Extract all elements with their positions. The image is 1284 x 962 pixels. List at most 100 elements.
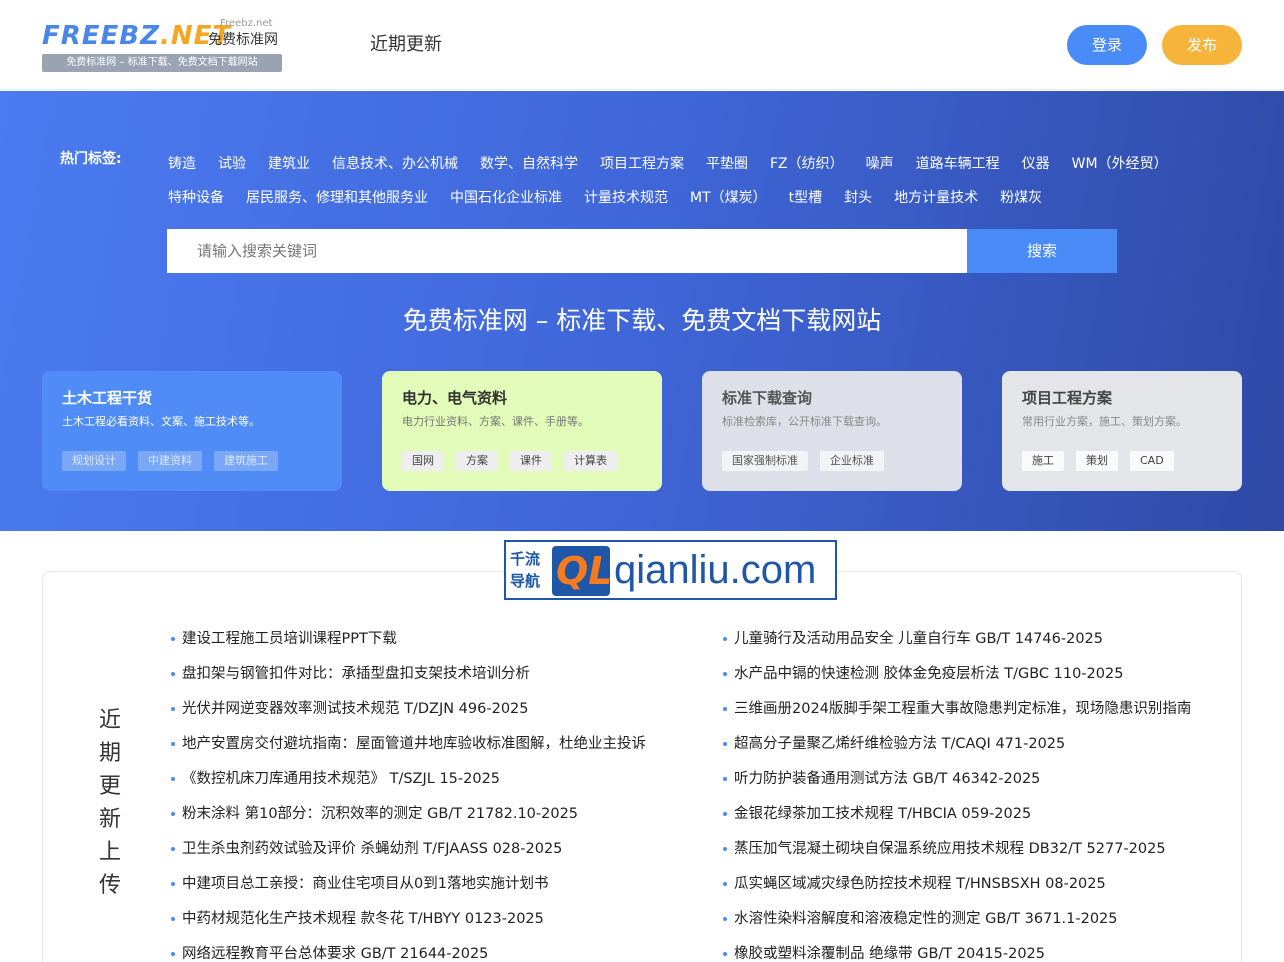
recent-item-link[interactable]: 中药材规范化生产技术规程 款冬花 T/HBYY 0123-2025 <box>171 908 691 943</box>
hot-tag[interactable]: 计量技术规范 <box>584 188 668 208</box>
banner-ql-logo: QL <box>552 546 613 596</box>
card-title: 电力、电气资料 <box>402 389 508 407</box>
search-button[interactable]: 搜索 <box>967 229 1117 273</box>
card-chip[interactable]: 企业标准 <box>820 451 884 471</box>
recent-updates-panel: 近期更新上传 建设工程施工员培训课程PPT下载 盘扣架与钢管扣件对比：承插型盘扣支… <box>42 571 1242 962</box>
hot-tag[interactable]: 中国石化企业标准 <box>450 188 562 208</box>
recent-item-link[interactable]: 金银花绿茶加工技术规程 T/HBCIA 059-2025 <box>723 803 1223 838</box>
card-chips: 国家强制标准 企业标准 <box>722 451 884 471</box>
recent-item-link[interactable]: 听力防护装备通用测试方法 GB/T 46342-2025 <box>723 768 1223 803</box>
recent-item-link[interactable]: 光伏并网逆变器效率测试技术规范 T/DZJN 496-2025 <box>171 698 691 733</box>
banner-domain: qianliu.com <box>614 548 817 592</box>
card-title: 项目工程方案 <box>1022 389 1113 407</box>
hot-tag[interactable]: 封头 <box>844 188 872 208</box>
recent-item-link[interactable]: 橡胶或塑料涂覆制品 绝缘带 GB/T 20415-2025 <box>723 943 1223 962</box>
site-logo[interactable]: FREEBZ.NET Freebz.net 免费标准网 免费标准网 – 标准下载… <box>42 18 282 72</box>
recent-item-link[interactable]: 《数控机床刀库通用技术规范》 T/SZJL 15-2025 <box>171 768 691 803</box>
banner-cn-text: 千流 导航 <box>510 550 541 590</box>
nav-recent-link[interactable]: 近期更新 <box>370 32 442 58</box>
recent-item-link[interactable]: 粉末涂料 第10部分：沉积效率的测定 GB/T 21782.10-2025 <box>171 803 691 838</box>
hot-tags: 铸造 试验 建筑业 信息技术、办公机械 数学、自然科学 项目工程方案 平垫圈 FZ（纺织） 噪声… <box>168 147 1228 215</box>
card-electrical[interactable]: 电力、电气资料 电力行业资料、方案、课件、手册等。 国网 方案 课件 计算表 <box>382 371 662 491</box>
recent-title-char: 更 <box>98 774 121 799</box>
recent-item-link[interactable]: 地产安置房交付避坑指南：屋面管道井地库验收标准图解，杜绝业主投诉 <box>171 733 691 768</box>
card-chips: 施工 策划 CAD <box>1022 451 1174 471</box>
card-chip[interactable]: 国网 <box>402 451 444 471</box>
recent-item-link[interactable]: 建设工程施工员培训课程PPT下载 <box>171 628 691 663</box>
recent-list-right: 儿童骑行及活动用品安全 儿童自行车 GB/T 14746-2025 水产品中镉的快… <box>723 628 1223 962</box>
hot-tag[interactable]: 铸造 <box>168 154 196 174</box>
hot-tag[interactable]: FZ（纺织） <box>770 154 844 174</box>
hot-tag[interactable]: 建筑业 <box>268 154 310 174</box>
publish-button[interactable]: 发布 <box>1162 25 1242 65</box>
recent-title-char: 近 <box>98 708 121 733</box>
logo-cn-text: 免费标准网 <box>208 32 278 48</box>
card-chip[interactable]: 规划设计 <box>62 451 126 471</box>
recent-title-char: 期 <box>98 741 121 766</box>
recent-list-left: 建设工程施工员培训课程PPT下载 盘扣架与钢管扣件对比：承插型盘扣支架技术培训分析… <box>171 628 691 962</box>
card-title: 土木工程干货 <box>62 389 153 407</box>
hot-tag[interactable]: 信息技术、办公机械 <box>332 154 458 174</box>
card-chips: 规划设计 中建资料 建筑施工 <box>62 451 278 471</box>
search-input[interactable] <box>167 229 967 273</box>
qianliu-banner-ad[interactable]: 千流 导航 QL qianliu.com <box>504 540 837 600</box>
card-desc: 标准检索库，公开标准下载查询。 <box>722 415 887 428</box>
recent-item-link[interactable]: 蒸压加气混凝土砌块自保温系统应用技术规程 DB32/T 5277-2025 <box>723 838 1223 873</box>
card-chip[interactable]: 方案 <box>456 451 498 471</box>
card-chip[interactable]: 国家强制标准 <box>722 451 808 471</box>
hot-tag[interactable]: 数学、自然科学 <box>480 154 578 174</box>
card-chip[interactable]: 课件 <box>510 451 552 471</box>
hot-tag[interactable]: 地方计量技术 <box>894 188 978 208</box>
hot-tag[interactable]: 噪声 <box>866 154 894 174</box>
hero-title: 免费标准网 – 标准下载、免费文档下载网站 <box>402 306 882 335</box>
site-header: FREEBZ.NET Freebz.net 免费标准网 免费标准网 – 标准下载… <box>0 0 1284 90</box>
hero-section: 热门标签: 铸造 试验 建筑业 信息技术、办公机械 数学、自然科学 项目工程方案 平垫圈 FZ… <box>0 91 1284 531</box>
hot-tag[interactable]: 粉煤灰 <box>1000 188 1042 208</box>
login-button[interactable]: 登录 <box>1067 25 1147 65</box>
hot-tag[interactable]: 居民服务、修理和其他服务业 <box>246 188 428 208</box>
recent-item-link[interactable]: 卫生杀虫剂药效试验及评价 杀蝇幼剂 T/FJAASS 028-2025 <box>171 838 691 873</box>
recent-item-link[interactable]: 水溶性染料溶解度和溶液稳定性的测定 GB/T 3671.1-2025 <box>723 908 1223 943</box>
card-chip[interactable]: CAD <box>1130 451 1174 471</box>
logo-small-text: Freebz.net <box>220 18 273 29</box>
recent-title-char: 传 <box>98 873 121 898</box>
hot-tag[interactable]: t型槽 <box>789 188 823 208</box>
hot-tag[interactable]: 道路车辆工程 <box>916 154 1000 174</box>
hot-tag[interactable]: 项目工程方案 <box>600 154 684 174</box>
recent-title-char: 上 <box>98 840 121 865</box>
hot-tag[interactable]: 仪器 <box>1022 154 1050 174</box>
logo-wordmark: FREEBZ.NET <box>42 21 232 51</box>
hot-tags-row-2: 特种设备 居民服务、修理和其他服务业 中国石化企业标准 计量技术规范 MT（煤炭） t型槽… <box>168 181 1228 215</box>
hot-tag[interactable]: MT（煤炭） <box>690 188 767 208</box>
card-chip[interactable]: 策划 <box>1076 451 1118 471</box>
search-bar: 搜索 <box>167 229 1117 273</box>
card-desc: 常用行业方案，施工、策划方案。 <box>1022 415 1187 428</box>
hot-tags-row-1: 铸造 试验 建筑业 信息技术、办公机械 数学、自然科学 项目工程方案 平垫圈 FZ（纺织） 噪声… <box>168 147 1228 181</box>
card-desc: 电力行业资料、方案、课件、手册等。 <box>402 415 589 428</box>
recent-item-link[interactable]: 中建项目总工亲授：商业住宅项目从0到1落地实施计划书 <box>171 873 691 908</box>
card-chips: 国网 方案 课件 计算表 <box>402 451 617 471</box>
hot-tag[interactable]: 平垫圈 <box>706 154 748 174</box>
recent-item-link[interactable]: 超高分子量聚乙烯纤维检验方法 T/CAQI 471-2025 <box>723 733 1223 768</box>
recent-item-link[interactable]: 瓜实蝇区域减灾绿色防控技术规程 T/HNSBSXH 08-2025 <box>723 873 1223 908</box>
card-chip[interactable]: 建筑施工 <box>214 451 278 471</box>
logo-tagline: 免费标准网 – 标准下载、免费文档下载网站 <box>42 54 282 72</box>
recent-updates-title: 近期更新上传 <box>97 704 123 902</box>
recent-item-link[interactable]: 三维画册2024版脚手架工程重大事故隐患判定标准，现场隐患识别指南 <box>723 698 1223 733</box>
card-chip[interactable]: 施工 <box>1022 451 1064 471</box>
card-chip[interactable]: 计算表 <box>564 451 617 471</box>
card-project-plans[interactable]: 项目工程方案 常用行业方案，施工、策划方案。 施工 策划 CAD <box>1002 371 1242 491</box>
recent-item-link[interactable]: 盘扣架与钢管扣件对比：承插型盘扣支架技术培训分析 <box>171 663 691 698</box>
recent-item-link[interactable]: 网络远程教育平台总体要求 GB/T 21644-2025 <box>171 943 691 962</box>
card-standard-search[interactable]: 标准下载查询 标准检索库，公开标准下载查询。 国家强制标准 企业标准 <box>702 371 962 491</box>
hot-tags-label: 热门标签: <box>60 151 122 167</box>
hot-tag[interactable]: 试验 <box>218 154 246 174</box>
card-title: 标准下载查询 <box>722 389 813 407</box>
card-chip[interactable]: 中建资料 <box>138 451 202 471</box>
hot-tag[interactable]: 特种设备 <box>168 188 224 208</box>
recent-item-link[interactable]: 水产品中镉的快速检测 胶体金免疫层析法 T/GBC 110-2025 <box>723 663 1223 698</box>
hot-tag[interactable]: WM（外经贸） <box>1072 154 1168 174</box>
recent-item-link[interactable]: 儿童骑行及活动用品安全 儿童自行车 GB/T 14746-2025 <box>723 628 1223 663</box>
card-civil-engineering[interactable]: 土木工程干货 土木工程必看资料、文案、施工技术等。 规划设计 中建资料 建筑施工 <box>42 371 342 491</box>
card-desc: 土木工程必看资料、文案、施工技术等。 <box>62 415 260 428</box>
